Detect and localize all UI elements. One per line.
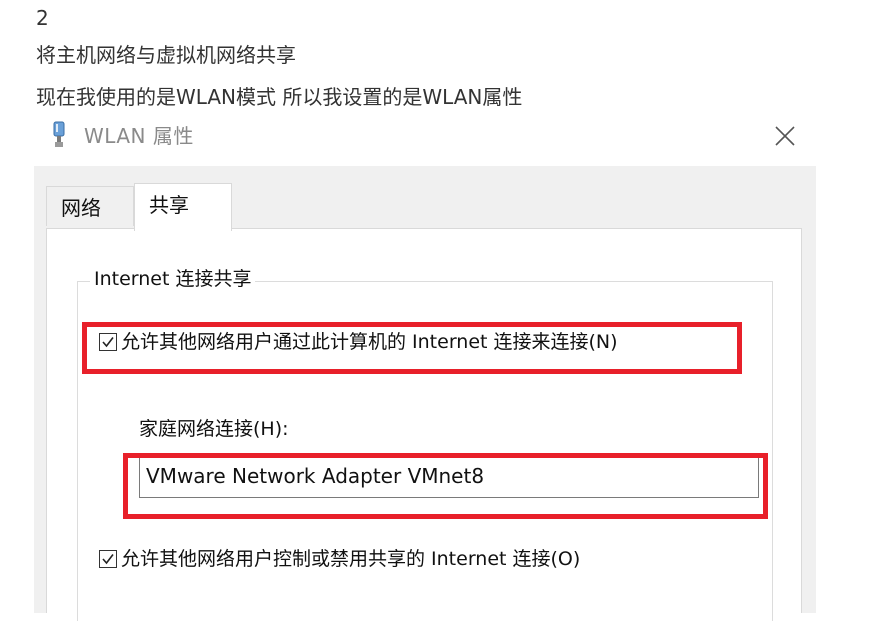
allow-control-option[interactable]: 允许其他网络用户控制或禁用共享的 Internet 连接(O) bbox=[99, 546, 580, 572]
allow-control-checkbox[interactable] bbox=[99, 550, 117, 568]
dialog-title: WLAN 属性 bbox=[84, 124, 194, 148]
dialog-body: 网络 共享 Internet 连接共享 允许其他网络用户通过此计算机的 Inte… bbox=[34, 166, 816, 621]
allow-share-label: 允许其他网络用户通过此计算机的 Internet 连接来连接(N) bbox=[121, 331, 618, 353]
group-title: Internet 连接共享 bbox=[90, 266, 256, 292]
dialog-title-bar: WLAN 属性 bbox=[36, 117, 816, 161]
article-text-line-2: 现在我使用的是WLAN模式 所以我设置的是WLAN属性 bbox=[36, 85, 523, 109]
article-step-number: 2 bbox=[36, 6, 49, 30]
allow-share-option[interactable]: 允许其他网络用户通过此计算机的 Internet 连接来连接(N) bbox=[99, 329, 618, 355]
sharing-tab-page: Internet 连接共享 允许其他网络用户通过此计算机的 Internet 连… bbox=[46, 228, 802, 621]
tab-sharing[interactable]: 共享 bbox=[134, 183, 232, 231]
checkmark-icon bbox=[102, 554, 114, 565]
allow-control-label: 允许其他网络用户控制或禁用共享的 Internet 连接(O) bbox=[121, 548, 581, 570]
allow-share-checkbox[interactable] bbox=[99, 333, 117, 351]
tab-network[interactable]: 网络 bbox=[46, 186, 134, 226]
network-adapter-icon bbox=[52, 121, 66, 149]
home-network-connection-field[interactable]: VMware Network Adapter VMnet8 bbox=[139, 456, 759, 498]
home-network-connection-label: 家庭网络连接(H): bbox=[139, 418, 289, 440]
article-text-line-1: 将主机网络与虚拟机网络共享 bbox=[36, 43, 296, 67]
checkmark-icon bbox=[102, 337, 114, 348]
close-icon[interactable] bbox=[772, 123, 798, 149]
